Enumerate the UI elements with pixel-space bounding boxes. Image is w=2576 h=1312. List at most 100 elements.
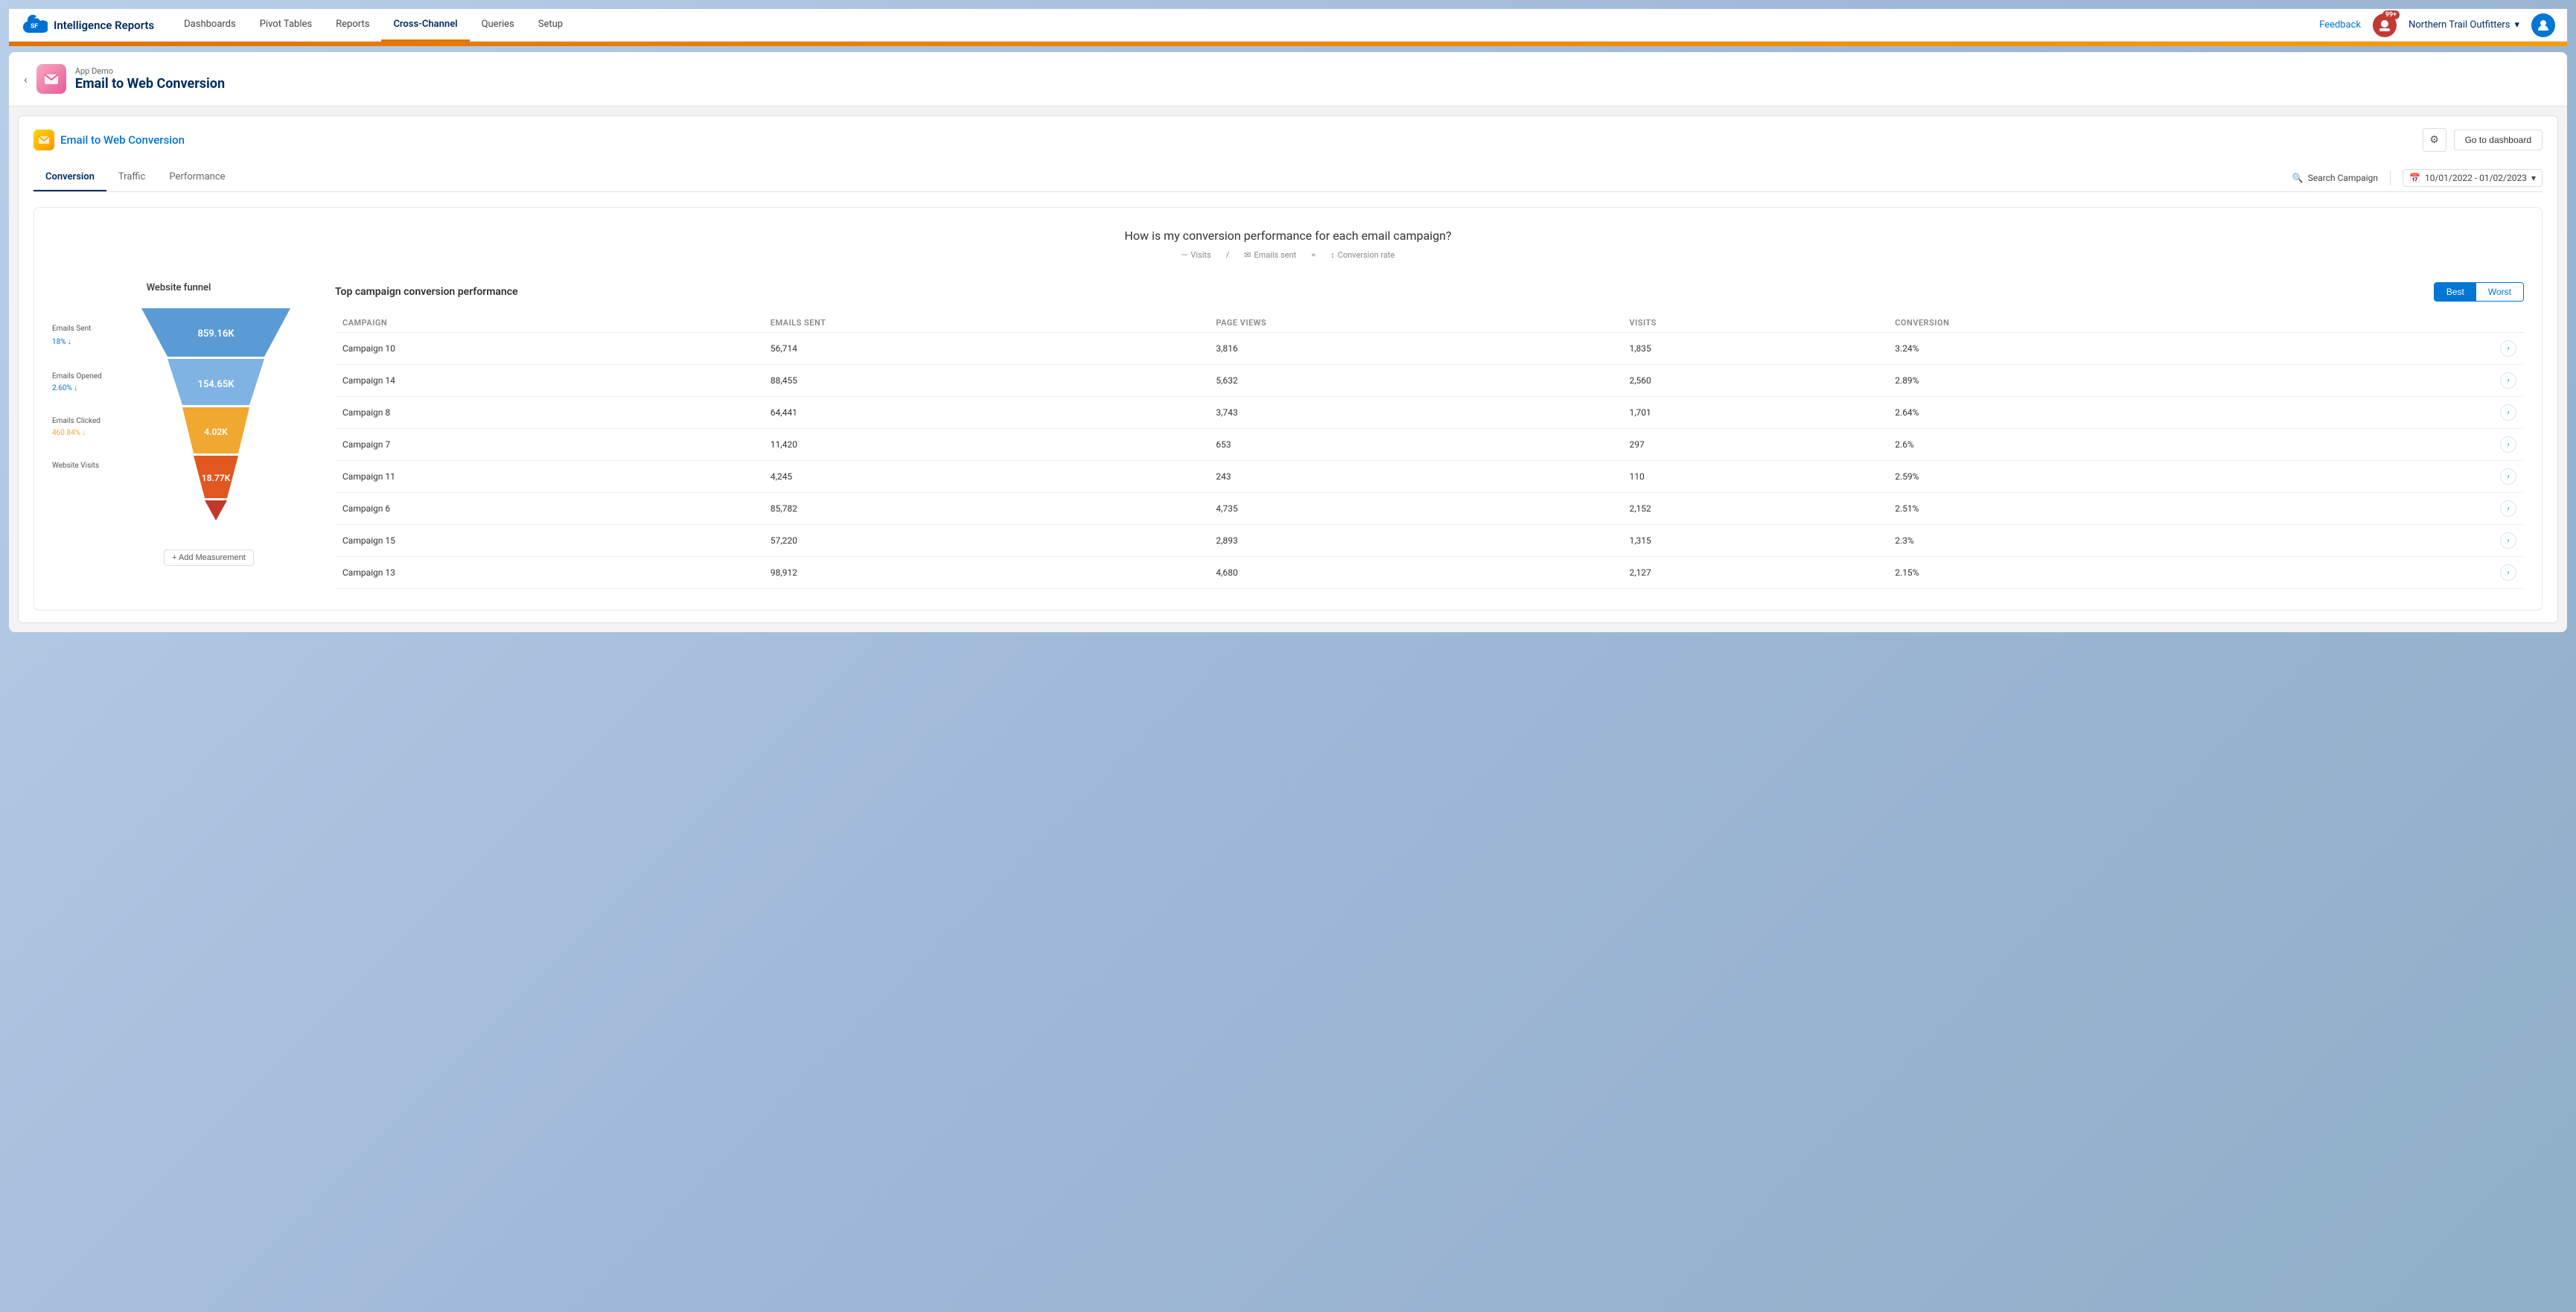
content-area: Email to Web Conversion ⚙ Go to dashboar… — [18, 115, 2558, 623]
cell-visits-7: 2,127 — [1622, 557, 1887, 589]
cell-pageviews-6: 2,893 — [1208, 525, 1622, 557]
user-avatar[interactable] — [2531, 13, 2555, 37]
cell-conversion-5: 2.51% — [1887, 493, 2326, 525]
cell-conversion-7: 2.15% — [1887, 557, 2326, 589]
col-page-views: PAGE VIEWS — [1208, 313, 1622, 333]
cell-pageviews-7: 4,680 — [1208, 557, 1622, 589]
app-logo[interactable]: SF Intelligence Reports — [21, 12, 154, 39]
funnel-labels: Emails Sent 18% ↓ Emails Opened 2.60% ↓ … — [52, 323, 102, 472]
cell-campaign-4: Campaign 11 — [335, 461, 763, 493]
nav-queries[interactable]: Queries — [470, 9, 526, 42]
app-name: Intelligence Reports — [54, 19, 154, 32]
table-header-row-el: CAMPAIGN EMAILS SENT PAGE VIEWS VISITS C… — [335, 313, 2524, 333]
cell-conversion-2: 2.64% — [1887, 397, 2326, 429]
go-to-dashboard-button[interactable]: Go to dashboard — [2454, 130, 2542, 150]
table-header-row: Top campaign conversion performance Best… — [335, 282, 2524, 302]
page-title: Email to Web Conversion — [75, 76, 225, 92]
table-head: CAMPAIGN EMAILS SENT PAGE VIEWS VISITS C… — [335, 313, 2524, 333]
nav-reports[interactable]: Reports — [324, 9, 381, 42]
table-title: Top campaign conversion performance — [335, 286, 518, 298]
emails-legend-label: Emails sent — [1254, 250, 1296, 260]
chevron-right-icon-6: › — [2500, 532, 2516, 549]
cell-campaign-7: Campaign 13 — [335, 557, 763, 589]
cell-emails-4: 4,245 — [763, 461, 1209, 493]
app-demo-label: App Demo — [75, 66, 225, 76]
report-title[interactable]: Email to Web Conversion — [60, 133, 185, 147]
cell-campaign-6: Campaign 15 — [335, 525, 763, 557]
best-button[interactable]: Best — [2435, 283, 2476, 301]
back-button[interactable]: ‹ — [24, 72, 28, 86]
col-campaign: CAMPAIGN — [335, 313, 763, 333]
chevron-right-icon-1: › — [2500, 372, 2516, 389]
nav-cross-channel[interactable]: Cross-Channel — [381, 9, 469, 42]
settings-button[interactable]: ⚙ — [2423, 128, 2446, 152]
email-legend-icon: ✉ — [1244, 250, 1251, 260]
row-detail-button-5[interactable]: › — [2326, 493, 2524, 525]
conversion-legend-icon: ↕ — [1330, 250, 1335, 260]
page-header-icon — [36, 64, 66, 94]
report-header: Email to Web Conversion ⚙ Go to dashboar… — [34, 128, 2542, 152]
cell-pageviews-5: 4,735 — [1208, 493, 1622, 525]
add-measurement-button[interactable]: + Add Measurement — [164, 550, 254, 566]
nav-setup[interactable]: Setup — [526, 9, 575, 42]
report-actions: ⚙ Go to dashboard — [2423, 128, 2542, 152]
main-container: ‹ App Demo Email to Web Conversion — [9, 52, 2567, 632]
org-name: Northern Trail Outfitters — [2408, 19, 2510, 31]
cell-emails-3: 11,420 — [763, 429, 1209, 461]
notification-bell[interactable]: 99+ — [2373, 13, 2397, 37]
page-header-text: App Demo Email to Web Conversion — [75, 66, 225, 92]
table-row: Campaign 6 85,782 4,735 2,152 2.51% › — [335, 493, 2524, 525]
org-selector[interactable]: Northern Trail Outfitters ▾ — [2408, 19, 2519, 31]
tab-traffic[interactable]: Traffic — [106, 164, 157, 191]
row-detail-button-2[interactable]: › — [2326, 397, 2524, 429]
chart-main: Website funnel Emails Sent 18% ↓ Emails … — [52, 282, 2524, 589]
user-icon — [2537, 19, 2550, 32]
label-emails-opened: Emails Opened — [52, 371, 102, 383]
table-row: Campaign 14 88,455 5,632 2,560 2.89% › — [335, 365, 2524, 397]
tab-conversion[interactable]: Conversion — [34, 164, 106, 191]
cell-visits-6: 1,315 — [1622, 525, 1887, 557]
top-navigation: SF Intelligence Reports Dashboards Pivot… — [9, 9, 2567, 42]
cell-campaign-3: Campaign 7 — [335, 429, 763, 461]
calendar-icon: 📅 — [2409, 173, 2420, 183]
cell-conversion-0: 3.24% — [1887, 333, 2326, 365]
tabs: Conversion Traffic Performance — [34, 164, 237, 191]
table-row: Campaign 13 98,912 4,680 2,127 2.15% › — [335, 557, 2524, 589]
cell-conversion-3: 2.6% — [1887, 429, 2326, 461]
notification-icon — [2377, 18, 2392, 33]
email-web-icon — [38, 134, 50, 146]
col-conversion: CONVERSION — [1887, 313, 2326, 333]
worst-button[interactable]: Worst — [2476, 283, 2523, 301]
cell-emails-0: 56,714 — [763, 333, 1209, 365]
chevron-right-icon-3: › — [2500, 436, 2516, 453]
row-detail-button-0[interactable]: › — [2326, 333, 2524, 365]
org-dropdown-icon: ▾ — [2514, 19, 2519, 31]
row-detail-button-3[interactable]: › — [2326, 429, 2524, 461]
feedback-link[interactable]: Feedback — [2319, 19, 2361, 31]
conversion-legend-label: Conversion rate — [1338, 250, 1395, 260]
row-detail-button-7[interactable]: › — [2326, 557, 2524, 589]
cell-emails-1: 88,455 — [763, 365, 1209, 397]
nav-pivot-tables[interactable]: Pivot Tables — [248, 9, 324, 42]
cell-campaign-2: Campaign 8 — [335, 397, 763, 429]
label-emails-sent: Emails Sent — [52, 323, 102, 335]
pct-emails-sent: 18% ↓ — [52, 337, 102, 348]
cell-emails-2: 64,441 — [763, 397, 1209, 429]
row-detail-button-1[interactable]: › — [2326, 365, 2524, 397]
row-detail-button-4[interactable]: › — [2326, 461, 2524, 493]
visits-legend-icon: — — [1182, 250, 1188, 260]
pct-emails-clicked: 460.84% ↓ — [52, 427, 102, 439]
cell-visits-2: 1,701 — [1622, 397, 1887, 429]
date-range-picker[interactable]: 📅 10/01/2022 - 01/02/2023 ▾ — [2403, 169, 2542, 187]
cell-pageviews-0: 3,816 — [1208, 333, 1622, 365]
chart-section: How is my conversion performance for eac… — [34, 207, 2542, 611]
tab-performance[interactable]: Performance — [157, 164, 237, 191]
nav-dashboards[interactable]: Dashboards — [172, 9, 248, 42]
legend-visits: — Visits — [1182, 250, 1211, 260]
cell-pageviews-2: 3,743 — [1208, 397, 1622, 429]
table-row: Campaign 7 11,420 653 297 2.6% › — [335, 429, 2524, 461]
row-detail-button-6[interactable]: › — [2326, 525, 2524, 557]
svg-text:SF: SF — [31, 22, 38, 30]
search-campaign-input[interactable]: 🔍 Search Campaign — [2292, 173, 2378, 183]
cell-emails-6: 57,220 — [763, 525, 1209, 557]
